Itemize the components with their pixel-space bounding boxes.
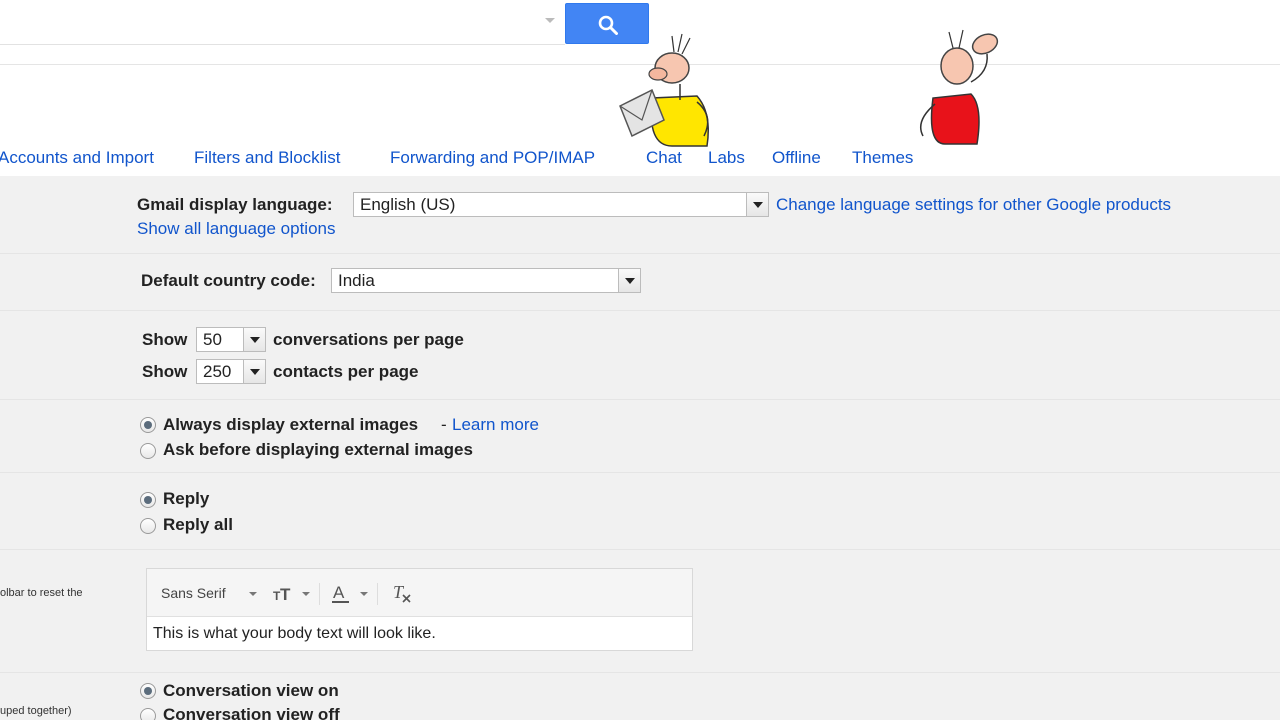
ask-before-images-label: Ask before displaying external images	[163, 440, 473, 459]
reply-all-radio[interactable]	[140, 518, 156, 534]
contacts-per-page-value: 250	[203, 362, 232, 381]
conversation-view-off-radio[interactable]	[140, 708, 156, 720]
reply-radio[interactable]	[140, 492, 156, 508]
chevron-down-icon	[249, 592, 257, 596]
learn-more-separator: -	[441, 415, 447, 434]
country-code-select[interactable]: India	[331, 268, 641, 293]
conversations-per-page-value: 50	[203, 330, 222, 349]
dropdown-arrow-icon	[243, 328, 265, 351]
body-text-preview[interactable]: This is what your body text will look li…	[153, 625, 436, 643]
cartoon-character-red-icon	[920, 29, 999, 145]
section-divider	[0, 310, 1280, 311]
tab-forwarding-pop-imap[interactable]: Forwarding and POP/IMAP	[390, 148, 595, 168]
text-size-icon[interactable]: T T	[273, 585, 295, 603]
always-display-images-label: Always display external images	[163, 415, 419, 434]
display-language-label: Gmail display language:	[137, 195, 333, 214]
contacts-per-page-select[interactable]: 250	[196, 359, 266, 384]
contacts-per-page-label: contacts per page	[273, 362, 419, 381]
dropdown-arrow-icon	[618, 269, 640, 292]
country-code-label: Default country code:	[141, 271, 316, 290]
toolbar-separator	[319, 583, 320, 605]
reply-all-label: Reply all	[163, 515, 233, 534]
show-all-language-options-link[interactable]: Show all language options	[137, 219, 335, 239]
dropdown-arrow-icon	[746, 193, 768, 216]
clear-formatting-icon[interactable]: T	[391, 582, 413, 604]
conversations-per-page-label: conversations per page	[273, 330, 464, 349]
section-divider	[0, 253, 1280, 254]
learn-more-link[interactable]: Learn more	[452, 415, 539, 435]
chevron-down-icon	[360, 592, 368, 596]
section-divider	[0, 399, 1280, 400]
formatting-toolbar: Sans Serif T T A T	[147, 569, 692, 617]
tab-themes[interactable]: Themes	[852, 148, 913, 168]
reply-label: Reply	[163, 489, 210, 508]
chevron-down-icon	[302, 592, 310, 596]
display-language-value: English (US)	[360, 195, 456, 214]
conversation-view-on-label: Conversation view on	[163, 681, 339, 700]
ask-before-images-radio[interactable]	[140, 443, 156, 459]
conversations-per-page-select[interactable]: 50	[196, 327, 266, 352]
always-display-images-radio[interactable]	[140, 417, 156, 433]
tab-chat[interactable]: Chat	[646, 148, 682, 168]
change-language-link[interactable]: Change language settings for other Googl…	[776, 195, 1171, 215]
text-style-description: olbar to reset the	[0, 587, 83, 599]
country-code-value: India	[338, 271, 375, 290]
cartoon-character-yellow-icon	[619, 33, 709, 147]
default-text-style-editor: Sans Serif T T A T This is what your bod…	[146, 568, 693, 651]
tab-offline[interactable]: Offline	[772, 148, 821, 168]
text-color-icon[interactable]: A	[331, 582, 351, 604]
show-label: Show	[142, 362, 188, 381]
font-family-select[interactable]: Sans Serif	[161, 585, 226, 601]
display-language-select[interactable]: English (US)	[353, 192, 769, 217]
section-divider	[0, 672, 1280, 673]
show-label: Show	[142, 330, 188, 349]
svg-text:T: T	[393, 582, 405, 602]
tab-accounts-and-import[interactable]: Accounts and Import	[0, 148, 154, 168]
toolbar-separator	[377, 583, 378, 605]
search-input[interactable]	[0, 0, 565, 45]
section-divider	[0, 549, 1280, 550]
svg-text:A: A	[333, 583, 345, 602]
search-options-caret-icon[interactable]	[545, 18, 555, 23]
conversation-view-description: uped together)	[0, 705, 72, 717]
section-divider	[0, 472, 1280, 473]
svg-text:T: T	[280, 585, 291, 603]
conversation-view-off-label: Conversation view off	[163, 705, 340, 720]
tab-filters-and-blocklist[interactable]: Filters and Blocklist	[194, 148, 340, 168]
conversation-view-on-radio[interactable]	[140, 683, 156, 699]
tab-labs[interactable]: Labs	[708, 148, 745, 168]
dropdown-arrow-icon	[243, 360, 265, 383]
